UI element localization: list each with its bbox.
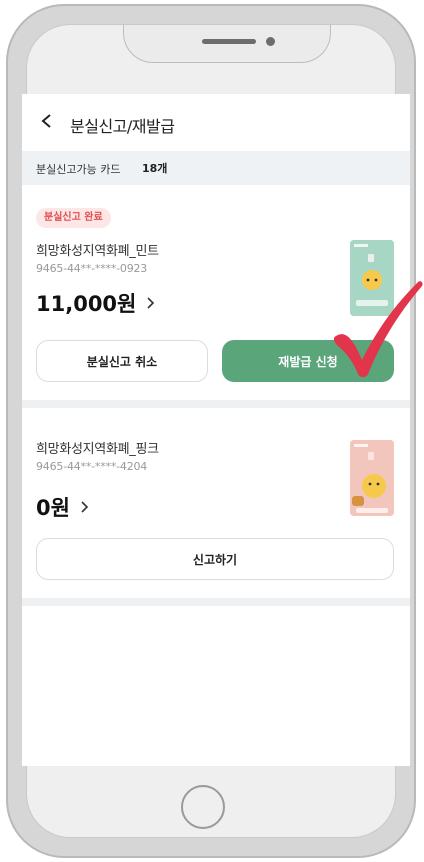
card-image-pink <box>350 440 394 516</box>
mascot-icon <box>350 440 394 516</box>
balance-link[interactable]: 11,000원 <box>36 288 156 318</box>
section-divider <box>22 598 410 606</box>
back-arrow-icon[interactable] <box>40 114 54 128</box>
summary-label: 분실신고가능 카드 <box>36 163 121 176</box>
card-number: 9465-44**-****-0923 <box>36 262 148 275</box>
status-badge: 분실신고 완료 <box>36 208 111 228</box>
phone-notch <box>123 25 331 63</box>
home-button[interactable] <box>181 785 225 829</box>
chevron-right-icon <box>81 501 89 513</box>
camera-icon <box>266 37 275 46</box>
card-name: 희망화성지역화폐_민트 <box>36 244 159 259</box>
summary-bar: 분실신고가능 카드 18개 <box>22 151 410 185</box>
balance-amount: 0원 <box>36 496 70 520</box>
balance-amount: 11,000원 <box>36 292 137 316</box>
cancel-report-button[interactable]: 분실신고 취소 <box>36 340 208 382</box>
report-button[interactable]: 신고하기 <box>36 538 394 580</box>
checkmark-icon <box>333 281 423 377</box>
page-title: 분실신고/재발급 <box>70 117 175 136</box>
summary-count: 18개 <box>142 162 168 175</box>
card-number: 9465-44**-****-4204 <box>36 460 148 473</box>
speaker-icon <box>202 39 256 44</box>
card-name: 희망화성지역화폐_핑크 <box>36 442 159 457</box>
chevron-right-icon <box>147 297 155 309</box>
app-screen: 분실신고/재발급 분실신고가능 카드 18개 분실신고 완료 희망화성지역화폐_… <box>22 94 410 766</box>
app-header: 분실신고/재발급 <box>22 94 410 152</box>
balance-link[interactable]: 0원 <box>36 492 90 522</box>
section-divider <box>22 400 410 408</box>
